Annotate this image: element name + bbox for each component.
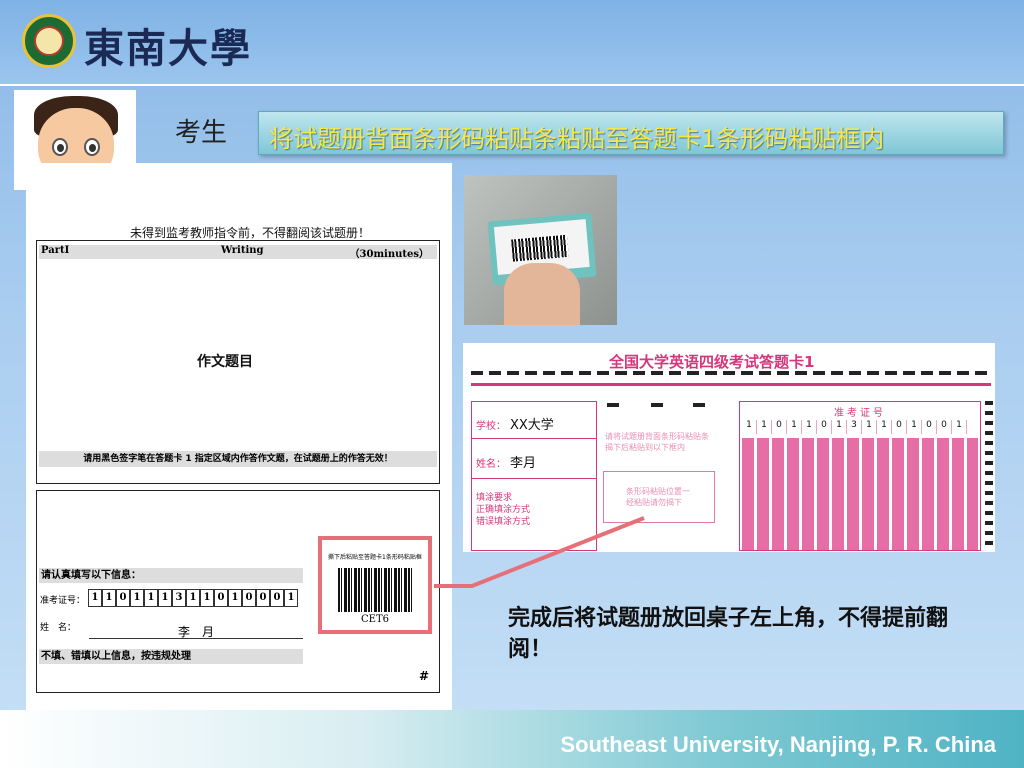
admission-digit: 0 xyxy=(242,589,256,607)
exam-digit: 0 xyxy=(937,420,952,434)
fill-rules: 填涂要求 正确填涂方式 错误填涂方式 xyxy=(476,492,530,528)
university-seal-icon xyxy=(22,14,76,68)
admission-digit: 0 xyxy=(256,589,270,607)
confirm-label: 请认真填写以下信息： xyxy=(39,568,303,583)
barcode-sticker-photo xyxy=(464,175,617,325)
school-label: 学校： xyxy=(476,421,506,432)
admission-digit: 1 xyxy=(158,589,172,607)
footer-text: Southeast University, Nanjing, P. R. Chi… xyxy=(560,732,996,757)
essay-header: PartI Writing （30minutes） xyxy=(39,245,437,260)
admission-digit: 1 xyxy=(186,589,200,607)
exam-digit: 1 xyxy=(952,420,967,434)
school-info-box: 学校： XX大学 姓名： 李月 填涂要求 正确填涂方式 错误填涂方式 xyxy=(471,401,597,551)
exam-digit: 1 xyxy=(862,420,877,434)
school-value: XX大学 xyxy=(510,418,554,433)
answer-sheet-image: 全国大学英语四级考试答题卡1 学校： XX大学 姓名： 李月 填涂要求 正确填涂方式… xyxy=(463,343,995,552)
wrong-label: 错误填涂方式 xyxy=(476,517,531,527)
exam-number-grid: 准考证号 110110131101001 xyxy=(739,401,981,551)
barcode-icon xyxy=(338,568,414,612)
fill-label: 填涂要求 xyxy=(476,493,513,503)
admission-digit: 1 xyxy=(228,589,242,607)
correct-label: 正确填涂方式 xyxy=(476,505,531,515)
name-value: 李 月 xyxy=(89,623,303,639)
admission-digit: 1 xyxy=(284,589,298,607)
exam-digit: 1 xyxy=(907,420,922,434)
admission-digit: 0 xyxy=(116,589,130,607)
sheet-name-row: 姓名： 李月 xyxy=(472,452,596,471)
booklet-notice: 未得到监考教师指令前，不得翻阅该试题册！ xyxy=(130,226,371,240)
hash-mark: # xyxy=(418,669,429,683)
university-logo-text: 東南大學 xyxy=(84,25,252,72)
instruction-banner: 将试题册背面条形码粘贴条粘贴至答题卡1条形码粘贴框内 xyxy=(258,111,1004,155)
admission-number: 110111311010001 xyxy=(88,589,298,607)
admission-label: 准考证号： xyxy=(40,596,86,606)
answer-sheet-title: 全国大学英语四级考试答题卡1 xyxy=(609,353,815,371)
exam-number-label: 准考证号 xyxy=(834,408,886,419)
part-label: PartI xyxy=(41,245,70,256)
exam-digit: 1 xyxy=(802,420,817,434)
paste-box-text: 条形码粘贴位置一经粘贴请勿揭下 xyxy=(626,487,690,507)
admission-digit: 1 xyxy=(144,589,158,607)
admission-digit: 0 xyxy=(270,589,284,607)
sheet-name-label: 姓名： xyxy=(476,459,506,470)
exam-digit: 1 xyxy=(742,420,757,434)
exam-digit: 1 xyxy=(877,420,892,434)
time-label: （30minutes） xyxy=(349,249,429,260)
banner-text: 将试题册背面条形码粘贴条粘贴至答题卡1条形码粘贴框内 xyxy=(269,125,885,153)
essay-title: 作文题目 xyxy=(197,354,253,370)
exam-digits: 110110131101001 xyxy=(742,420,967,434)
admission-digit: 3 xyxy=(172,589,186,607)
barcode-caption: 撕下后粘贴至答题卡1条形码粘贴框 xyxy=(328,554,422,561)
footer-bar: Southeast University, Nanjing, P. R. Chi… xyxy=(0,710,1024,768)
section-label: Writing xyxy=(221,245,264,256)
barcode-paste-box: 条形码粘贴位置一经粘贴请勿揭下 xyxy=(603,471,715,523)
warning-label: 不填、错填以上信息，按违规处理 xyxy=(39,649,303,664)
exam-digit: 0 xyxy=(817,420,832,434)
admission-digit: 1 xyxy=(88,589,102,607)
bubble-grid xyxy=(742,438,978,550)
admission-digit: 1 xyxy=(130,589,144,607)
barcode-highlight: 撕下后粘贴至答题卡1条形码粘贴框 CET6 xyxy=(318,536,432,634)
exam-digit: 0 xyxy=(772,420,787,434)
exam-digit: 1 xyxy=(787,420,802,434)
exam-digit: 1 xyxy=(757,420,772,434)
admission-digit: 1 xyxy=(200,589,214,607)
barcode-text: CET6 xyxy=(361,614,389,625)
student-label: 考生 xyxy=(175,118,228,148)
name-label: 姓 名： xyxy=(40,623,77,633)
completion-instruction: 完成后将试题册放回桌子左上角，不得提前翻阅！ xyxy=(508,606,949,662)
essay-section: PartI Writing （30minutes） 作文题目 请用黑色签字笔在答… xyxy=(36,240,440,484)
header-bar: 東南大學 xyxy=(0,0,1024,86)
exam-digit: 0 xyxy=(922,420,937,434)
paste-hint: 请将试题册背面条形码粘贴条揭下后粘贴到以下框内 xyxy=(605,432,709,452)
exam-digit: 1 xyxy=(832,420,847,434)
school-row: 学校： XX大学 xyxy=(472,414,596,433)
admission-digit: 0 xyxy=(214,589,228,607)
exam-digit: 3 xyxy=(847,420,862,434)
admission-digit: 1 xyxy=(102,589,116,607)
sheet-name-value: 李月 xyxy=(510,456,537,471)
essay-footer: 请用黑色签字笔在答题卡 1 指定区域内作答作文题，在试题册上的作答无效！ xyxy=(39,451,437,467)
exam-digit: 0 xyxy=(892,420,907,434)
